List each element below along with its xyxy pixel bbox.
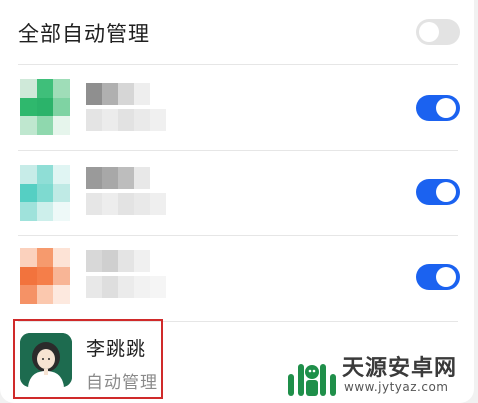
watermark-url: www.jytyaz.com (344, 380, 449, 394)
app-name-blurred (86, 83, 206, 131)
app-icon-blurred (20, 79, 70, 135)
auto-manage-panel: 全部自动管理 李跳跳 自动管理 (0, 0, 474, 403)
toggle-knob (419, 22, 439, 42)
app-toggle-2[interactable] (416, 179, 460, 205)
watermark: 天源安卓网 www.jytyaz.com (286, 350, 476, 400)
highlight-box (13, 319, 163, 399)
app-toggle-3[interactable] (416, 264, 460, 290)
app-icon-blurred (20, 248, 70, 304)
watermark-logo-icon (288, 364, 336, 396)
app-icon-blurred (20, 165, 70, 221)
app-row-1[interactable] (0, 65, 474, 149)
app-name-blurred (86, 167, 206, 215)
all-auto-manage-row[interactable]: 全部自动管理 (0, 0, 474, 64)
app-name-blurred (86, 250, 206, 298)
watermark-text: 天源安卓网 (342, 356, 458, 381)
all-auto-manage-label: 全部自动管理 (18, 22, 150, 46)
app-row-2[interactable] (0, 151, 474, 235)
all-auto-manage-toggle[interactable] (416, 19, 460, 45)
app-row-3[interactable] (0, 236, 474, 320)
toggle-knob (436, 267, 456, 287)
toggle-knob (436, 182, 456, 202)
app-toggle-1[interactable] (416, 95, 460, 121)
toggle-knob (436, 98, 456, 118)
